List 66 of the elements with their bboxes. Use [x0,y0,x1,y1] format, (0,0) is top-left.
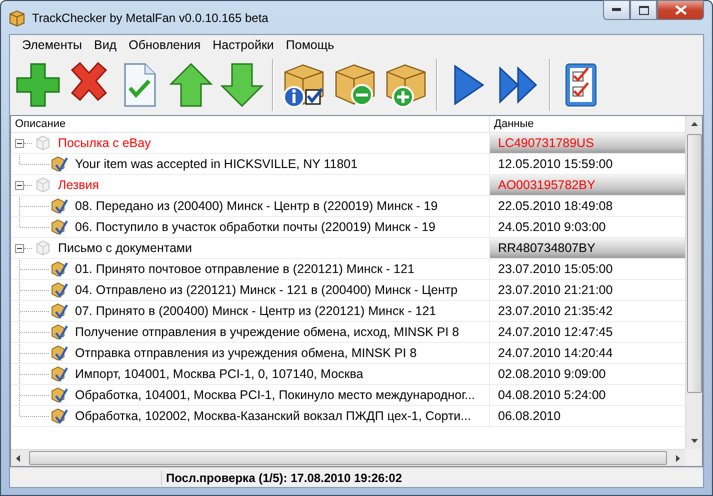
event-date: 02.08.2010 9:09:00 [498,367,606,381]
menu-item[interactable]: Помощь [280,38,340,52]
scroll-down-arrow-icon[interactable] [690,439,698,443]
box-check-icon [51,324,68,340]
column-header[interactable]: Описание [11,116,489,132]
menu-item[interactable]: Вид [88,38,123,52]
track-number: RR480734807BY [498,241,596,255]
event-date: 24.05.2010 9:03:00 [498,220,606,234]
maximize-icon [638,6,648,14]
collapse-icon[interactable] [15,138,24,148]
box-check-icon [51,260,68,278]
event-description: 08. Передано из (200400) Минск - Центр в (220019) Минск - 19 [75,199,438,213]
parcel-name[interactable]: Посылка с eBay [58,136,151,150]
event-description: Импорт, 104001, Москва PCI-1, 0, 107140, Москва [75,367,364,381]
scroll-up-arrow-icon[interactable] [690,122,698,126]
event-date: 23.07.2010 21:21:00 [498,283,613,297]
event-date: 24.07.2010 14:20:44 [498,346,613,360]
box-icon [35,135,51,151]
parcel-name[interactable]: Письмо с документами [58,241,192,255]
event-date: 12.05.2010 15:59:00 [498,157,613,171]
menu-item[interactable]: Настройки [206,38,280,52]
event-description: Отправка отправления из учреждения обмена, MINSK PI 8 [75,346,417,360]
vertical-scrollbar[interactable] [685,116,702,449]
box-icon [35,240,51,256]
collapse-icon[interactable] [15,180,24,190]
event-date: 23.07.2010 21:35:42 [498,304,613,318]
window-title: TrackChecker by MetalFan v0.0.10.165 beta [32,10,270,24]
close-icon [674,5,686,15]
scroll-right-arrow-icon[interactable] [676,454,680,462]
minimize-icon [612,8,622,12]
event-date: 24.07.2010 12:47:45 [498,325,613,339]
menu-item[interactable]: Обновления [122,38,207,52]
maximize-button[interactable] [630,0,657,20]
event-date: 22.05.2010 18:49:08 [498,199,613,213]
scroll-left-arrow-icon[interactable] [16,454,20,462]
box-check-icon [51,386,68,404]
event-date: 04.08.2010 5:24:00 [498,388,606,402]
up-arrow-icon[interactable] [168,60,214,110]
box-check-icon [51,302,68,320]
track-number: LC490731789US [498,136,594,150]
box-icon [8,8,26,26]
event-date: 23.07.2010 15:05:00 [498,262,613,276]
event-description: 01. Принято почтовое отправление в (220121) Минск - 121 [75,262,414,276]
event-description: Обработка, 104001, Москва PCI-1, Покинуло место международног... [75,388,476,402]
minimize-button[interactable] [603,0,630,20]
event-date: 06.08.2010 [498,409,561,423]
event-description: 06. Поступило в участок обработки почты (220019) Минск - 19 [75,220,436,234]
status-text: Посл.проверка (1/5): 17.08.2010 19:26:02 [161,470,402,484]
box-check-icon [51,218,68,236]
box-check-icon [51,198,68,214]
box-check-icon [51,344,68,362]
menu-item[interactable]: Элементы [16,38,88,52]
event-description: Your item was accepted in HICKSVILLE, NY 11801 [75,157,358,171]
event-description: Обработка, 102002, Москва-Казанский вокзал ПЖДП цех-1, Сорти... [75,409,472,423]
event-description: Получение отправления в учреждение обмена, исход, MINSK PI 8 [75,325,460,339]
event-description: 07. Принято в (200400) Минск - Центр из (220121) Минск - 121 [75,304,436,318]
collapse-icon[interactable] [15,244,24,252]
box-check-icon [51,282,68,298]
parcel-name[interactable]: Лезвия [58,178,100,192]
event-description: 04. Отправлено из (220121) Минск - 121 в (200400) Минск - Центр [75,283,458,297]
track-number: AO003195782BY [498,178,596,192]
box-check-icon [51,408,68,424]
box-icon [35,177,51,193]
box-check-icon [51,156,68,172]
box-check-icon [51,366,68,382]
close-button[interactable] [657,0,704,20]
